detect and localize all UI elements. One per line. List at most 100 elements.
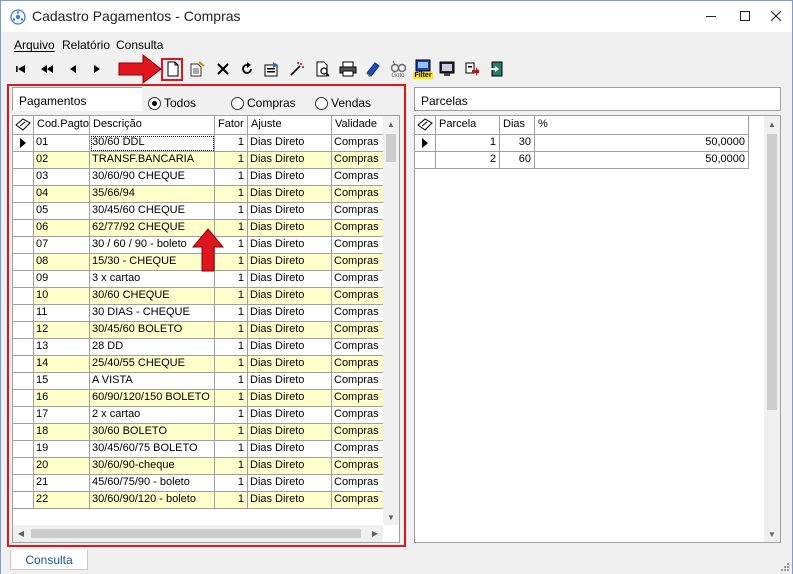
- cell-validade[interactable]: Compras: [332, 339, 383, 356]
- row-indicator[interactable]: [13, 458, 34, 475]
- parcelas-scroll-up-icon[interactable]: ▲: [764, 116, 780, 132]
- cell-codpagto[interactable]: 16: [34, 390, 90, 407]
- filter-compras[interactable]: Compras: [231, 96, 296, 110]
- cell-descricao[interactable]: 30/45/60/75 BOLETO: [90, 441, 215, 458]
- cell-fator[interactable]: 1: [215, 407, 248, 424]
- cell-validade[interactable]: Compras: [332, 152, 383, 169]
- cell-ajuste[interactable]: Dias Direto: [248, 288, 332, 305]
- row-indicator[interactable]: [13, 356, 34, 373]
- cell-fator[interactable]: 1: [215, 390, 248, 407]
- new-record-button[interactable]: [163, 59, 183, 79]
- cell-descricao[interactable]: 30/60 BOLETO: [90, 424, 215, 441]
- cell-codpagto[interactable]: 01: [34, 135, 90, 152]
- cell-validade[interactable]: Compras: [332, 186, 383, 203]
- cell-descricao[interactable]: 60/90/120/150 BOLETO: [90, 390, 215, 407]
- menu-consulta[interactable]: Consulta: [116, 38, 163, 52]
- table-row[interactable]: 01 30/60 DDL 1 Dias Direto Compras: [13, 135, 383, 152]
- cell-descricao[interactable]: 62/77/92 CHEQUE: [90, 220, 215, 237]
- cell-ajuste[interactable]: Dias Direto: [248, 441, 332, 458]
- cell-descricao[interactable]: 30/60/90 CHEQUE: [90, 169, 215, 186]
- filter-button[interactable]: Filter: [412, 57, 434, 81]
- parcelas-grid[interactable]: Parcela Dias % 1 30 50,0000 2 60 50,0000: [415, 116, 763, 542]
- cell-validade[interactable]: Compras: [332, 203, 383, 220]
- table-row[interactable]: 22 30/60/90/120 - boleto 1 Dias Direto Compr…: [13, 492, 383, 509]
- cell-fator[interactable]: 1: [215, 373, 248, 390]
- cell-ajuste[interactable]: Dias Direto: [248, 152, 332, 169]
- minimize-button[interactable]: [694, 1, 728, 31]
- col-header-parcela[interactable]: Parcela: [436, 116, 500, 135]
- cell-fator[interactable]: 1: [215, 220, 248, 237]
- tab-consulta[interactable]: Consulta: [10, 550, 88, 570]
- cell-percent[interactable]: 50,0000: [535, 152, 749, 169]
- refresh-button[interactable]: [237, 59, 257, 79]
- pagamentos-hscrollbar[interactable]: ◀ ▶: [13, 525, 383, 542]
- cell-validade[interactable]: Compras: [332, 492, 383, 509]
- scroll-right-arrow-icon[interactable]: ▶: [367, 525, 383, 542]
- menu-arquivo[interactable]: Arquivo: [14, 38, 55, 52]
- menu-relatorio[interactable]: Relatório: [62, 38, 110, 52]
- cell-validade[interactable]: Compras: [332, 288, 383, 305]
- cell-fator[interactable]: 1: [215, 305, 248, 322]
- table-row[interactable]: 14 25/40/55 CHEQUE 1 Dias Direto Compras: [13, 356, 383, 373]
- cell-codpagto[interactable]: 03: [34, 169, 90, 186]
- col-header-descricao[interactable]: Descrição: [90, 116, 215, 135]
- table-row[interactable]: 02 TRANSF.BANCARIA 1 Dias Direto Compras: [13, 152, 383, 169]
- table-row[interactable]: 16 60/90/120/150 BOLETO 1 Dias Direto Compra…: [13, 390, 383, 407]
- scroll-up-arrow-icon[interactable]: ▲: [383, 116, 399, 132]
- cell-fator[interactable]: 1: [215, 458, 248, 475]
- preview-button[interactable]: [313, 59, 333, 79]
- magic-wand-button[interactable]: [287, 59, 307, 79]
- goto-button[interactable]: Goto: [387, 57, 409, 81]
- cell-dias[interactable]: 60: [500, 152, 535, 169]
- cell-codpagto[interactable]: 11: [34, 305, 90, 322]
- row-indicator[interactable]: [13, 373, 34, 390]
- table-row[interactable]: 20 30/60/90-cheque 1 Dias Direto Compras: [13, 458, 383, 475]
- cell-validade[interactable]: Compras: [332, 254, 383, 271]
- table-row[interactable]: 18 30/60 BOLETO 1 Dias Direto Compras: [13, 424, 383, 441]
- cell-validade[interactable]: Compras: [332, 305, 383, 322]
- export-button[interactable]: [462, 59, 482, 79]
- parcelas-scroll-down-icon[interactable]: ▼: [764, 526, 780, 542]
- scroll-down-arrow-icon[interactable]: ▼: [383, 509, 399, 525]
- cell-validade[interactable]: Compras: [332, 220, 383, 237]
- cell-descricao[interactable]: 30/45/60 BOLETO: [90, 322, 215, 339]
- cell-validade[interactable]: Compras: [332, 407, 383, 424]
- maximize-button[interactable]: [728, 1, 762, 31]
- filter-vendas[interactable]: Vendas: [315, 96, 371, 110]
- cell-fator[interactable]: 1: [215, 475, 248, 492]
- cell-validade[interactable]: Compras: [332, 271, 383, 288]
- row-indicator[interactable]: [13, 407, 34, 424]
- table-row[interactable]: 05 30/45/60 CHEQUE 1 Dias Direto Compras: [13, 203, 383, 220]
- cell-percent[interactable]: 50,0000: [535, 135, 749, 152]
- cell-ajuste[interactable]: Dias Direto: [248, 458, 332, 475]
- cell-validade[interactable]: Compras: [332, 356, 383, 373]
- cell-fator[interactable]: 1: [215, 169, 248, 186]
- table-row[interactable]: 06 62/77/92 CHEQUE 1 Dias Direto Compras: [13, 220, 383, 237]
- grid-corner-icon[interactable]: [13, 116, 34, 135]
- cell-codpagto[interactable]: 08: [34, 254, 90, 271]
- cell-descricao[interactable]: 35/66/94: [90, 186, 215, 203]
- table-row[interactable]: 10 30/60 CHEQUE 1 Dias Direto Compras: [13, 288, 383, 305]
- row-indicator[interactable]: [13, 254, 34, 271]
- cell-fator[interactable]: 1: [215, 492, 248, 509]
- cell-ajuste[interactable]: Dias Direto: [248, 424, 332, 441]
- row-indicator[interactable]: [13, 169, 34, 186]
- cell-validade[interactable]: Compras: [332, 441, 383, 458]
- table-row[interactable]: 1 30 50,0000: [415, 135, 749, 152]
- cell-ajuste[interactable]: Dias Direto: [248, 220, 332, 237]
- cell-codpagto[interactable]: 04: [34, 186, 90, 203]
- table-row[interactable]: 2 60 50,0000: [415, 152, 749, 169]
- cell-descricao[interactable]: TRANSF.BANCARIA: [90, 152, 215, 169]
- col-header-percent[interactable]: %: [535, 116, 749, 135]
- cell-validade[interactable]: Compras: [332, 169, 383, 186]
- bookmark-button[interactable]: [363, 59, 383, 79]
- cell-descricao[interactable]: 30 DIAS - CHEQUE: [90, 305, 215, 322]
- cell-parcela[interactable]: 1: [436, 135, 500, 152]
- cell-ajuste[interactable]: Dias Direto: [248, 186, 332, 203]
- cell-descricao[interactable]: 3 x cartao: [90, 271, 215, 288]
- cell-fator[interactable]: 1: [215, 135, 248, 152]
- cell-codpagto[interactable]: 05: [34, 203, 90, 220]
- cell-fator[interactable]: 1: [215, 203, 248, 220]
- row-indicator[interactable]: [13, 424, 34, 441]
- table-row[interactable]: 15 A VISTA 1 Dias Direto Compras: [13, 373, 383, 390]
